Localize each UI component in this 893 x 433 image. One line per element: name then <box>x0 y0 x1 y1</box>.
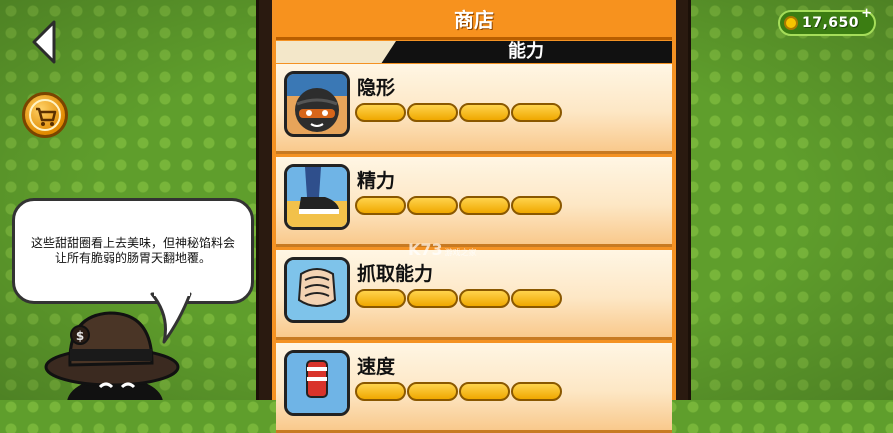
ability-name: 抓取能力 <box>357 263 434 285</box>
ability-name: 精力 <box>357 170 396 192</box>
level-segment <box>511 382 562 401</box>
shop-cart-button[interactable] <box>22 92 68 138</box>
coin-value: 17,650 <box>802 15 860 31</box>
upgrade-level-bar <box>355 103 562 122</box>
level-segment <box>355 382 406 401</box>
ability-list: 隐形 精力 抓取能力 速度 <box>276 64 672 433</box>
hint-text: 这些甜甜圈看上去美味，但神秘馅料会让所有脆弱的肠胃天翻地覆。 <box>30 236 235 265</box>
ability-name: 速度 <box>357 356 396 378</box>
ability-row-speed[interactable]: 速度 <box>276 343 672 433</box>
level-segment <box>511 289 562 308</box>
shop-header: 商店 <box>276 0 672 40</box>
coin-counter[interactable]: 17,650 + <box>778 6 876 36</box>
level-segment <box>407 289 458 308</box>
running-shoe-icon <box>284 164 350 230</box>
level-segment <box>407 103 458 122</box>
level-segment <box>355 196 406 215</box>
upgrade-level-bar <box>355 289 562 308</box>
level-segment <box>511 103 562 122</box>
level-segment <box>355 103 406 122</box>
masked-thief-icon <box>284 71 350 137</box>
speech-bubble: 这些甜甜圈看上去美味，但神秘馅料会让所有脆弱的肠胃天翻地覆。 <box>12 198 254 304</box>
back-arrow-icon[interactable] <box>30 20 58 64</box>
level-segment <box>407 196 458 215</box>
ability-name: 隐形 <box>357 77 396 99</box>
level-segment <box>459 196 510 215</box>
upgrade-level-bar <box>355 382 562 401</box>
ability-tab-accent <box>276 41 396 63</box>
level-segment <box>355 289 406 308</box>
level-segment <box>459 103 510 122</box>
watermark: K73 游戏之家 <box>408 240 477 259</box>
roller-skate-icon <box>284 350 350 416</box>
ability-row-energy[interactable]: 精力 <box>276 157 672 247</box>
shop-title: 商店 <box>454 8 494 32</box>
coin-icon <box>784 16 798 30</box>
svg-text:$: $ <box>76 329 84 343</box>
ability-tab[interactable]: 能力 <box>508 41 544 63</box>
level-segment <box>459 382 510 401</box>
watermark-main: K73 <box>408 240 443 259</box>
level-segment <box>407 382 458 401</box>
detective-character: $ <box>44 311 180 400</box>
ability-row-stealth[interactable]: 隐形 <box>276 64 672 154</box>
shopping-cart-icon <box>29 99 61 131</box>
watermark-sub: 游戏之家 <box>444 248 477 257</box>
upgrade-level-bar <box>355 196 562 215</box>
level-segment <box>511 196 562 215</box>
ability-row-grab[interactable]: 抓取能力 <box>276 250 672 340</box>
add-coins-button[interactable]: + <box>861 6 872 21</box>
level-segment <box>459 289 510 308</box>
grabbing-hand-icon <box>284 257 350 323</box>
